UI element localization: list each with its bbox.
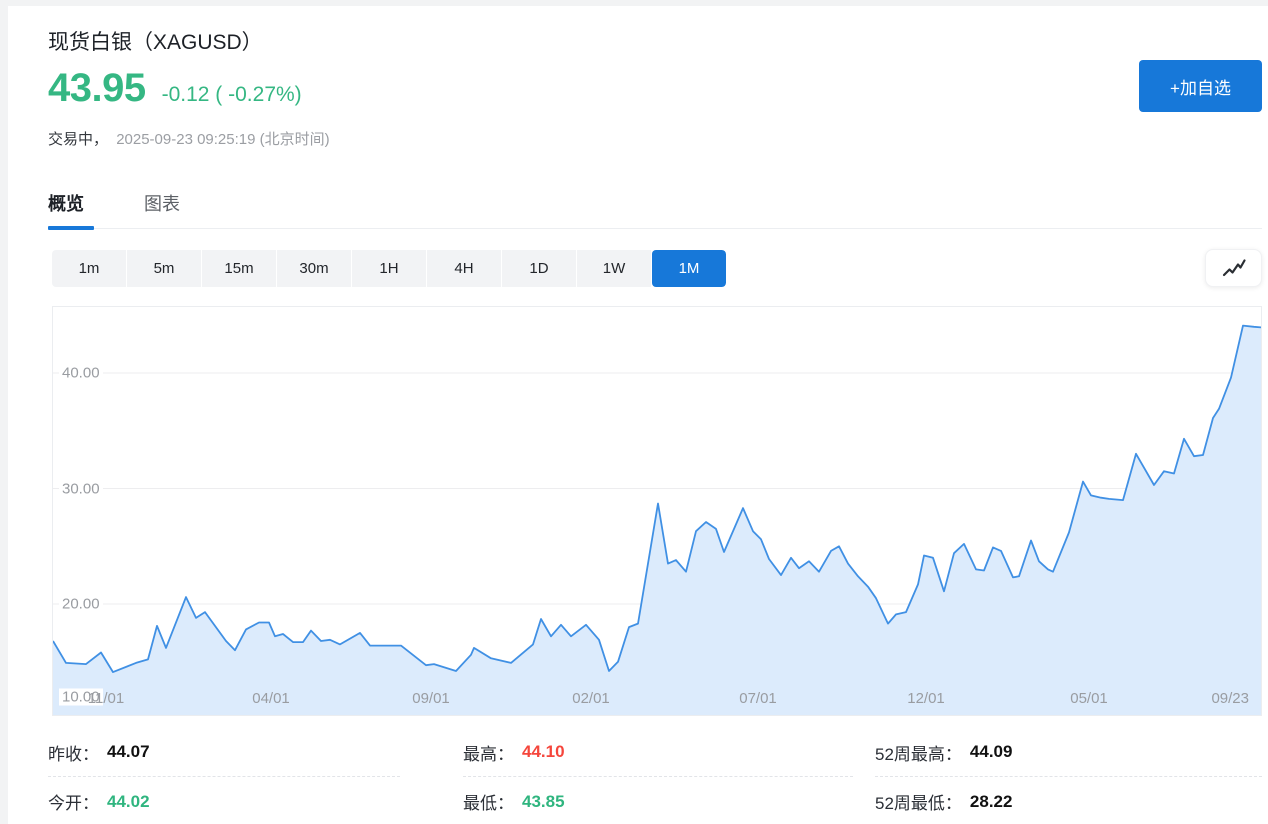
- tab-overview[interactable]: 概览: [48, 190, 84, 229]
- quote-timestamp: 2025-09-23 09:25:19 (北京时间): [116, 131, 329, 148]
- price-row: 43.95 -0.12 ( -0.27%): [48, 66, 302, 111]
- timeframe-button-4H[interactable]: 4H: [427, 250, 501, 287]
- tab-chart[interactable]: 图表: [144, 190, 180, 229]
- x-tick-label: 05/01: [1070, 690, 1108, 707]
- timeframe-button-5m[interactable]: 5m: [127, 250, 201, 287]
- x-tick-label: 04/01: [252, 690, 290, 707]
- stat-value: 44.02: [107, 792, 150, 812]
- stat-value: 44.10: [522, 742, 565, 762]
- stat-value: 44.09: [970, 742, 1013, 762]
- price-chart[interactable]: 40.0030.0020.0010.00 11/0104/0109/0102/0…: [52, 306, 1262, 716]
- stat-open: 今开： 44.02: [48, 777, 400, 824]
- last-price: 43.95: [48, 66, 146, 111]
- timeframe-selector: 1m5m15m30m1H4H1D1W1M: [52, 250, 726, 287]
- timeframe-button-15m[interactable]: 15m: [202, 250, 276, 287]
- stat-column: 最高： 44.10 最低： 43.85: [463, 728, 853, 824]
- instrument-title: 现货白银（XAGUSD）: [48, 26, 263, 56]
- line-chart-icon: [1221, 258, 1247, 278]
- spot-silver-quote-page: 现货白银（XAGUSD） +加自选 43.95 -0.12 ( -0.27%) …: [0, 0, 1268, 824]
- stat-label: 今开：: [48, 789, 99, 814]
- trading-status: 交易中，: [48, 131, 108, 148]
- stat-day-low: 最低： 43.85: [463, 777, 853, 824]
- chart-style-button[interactable]: [1205, 249, 1262, 287]
- stat-label: 52周最低：: [875, 789, 962, 814]
- stat-column: 昨收： 44.07 今开： 44.02: [48, 728, 400, 824]
- stat-52w-low: 52周最低： 28.22: [875, 777, 1262, 824]
- timeframe-button-1M[interactable]: 1M: [652, 250, 726, 287]
- stat-prev-close: 昨收： 44.07: [48, 728, 400, 777]
- stat-value: 43.85: [522, 792, 565, 812]
- timeframe-button-1W[interactable]: 1W: [577, 250, 651, 287]
- stat-label: 最低：: [463, 789, 514, 814]
- timeframe-button-1m[interactable]: 1m: [52, 250, 126, 287]
- x-tick-label: 02/01: [572, 690, 610, 707]
- x-tick-label: 07/01: [739, 690, 777, 707]
- y-tick-label: 20.00: [59, 596, 103, 613]
- price-change: -0.12 ( -0.27%): [162, 83, 302, 107]
- y-tick-label: 40.00: [59, 365, 103, 382]
- price-area-series: [53, 307, 1261, 715]
- x-tick-label: 09/23: [1211, 690, 1249, 707]
- view-tabs: 概览 图表: [48, 190, 1262, 229]
- x-tick-label: 12/01: [907, 690, 945, 707]
- x-tick-label: 11/01: [88, 690, 124, 707]
- page-edge-top: [0, 0, 1268, 6]
- stat-label: 昨收：: [48, 740, 99, 765]
- stat-52w-high: 52周最高： 44.09: [875, 728, 1262, 777]
- status-row: 交易中， 2025-09-23 09:25:19 (北京时间): [48, 128, 330, 149]
- stat-label: 最高：: [463, 740, 514, 765]
- x-tick-label: 09/01: [412, 690, 450, 707]
- stat-value: 28.22: [970, 792, 1013, 812]
- stat-column: 52周最高： 44.09 52周最低： 28.22: [875, 728, 1262, 824]
- y-tick-label: 30.00: [59, 480, 103, 497]
- stat-value: 44.07: [107, 742, 150, 762]
- add-watchlist-button[interactable]: +加自选: [1139, 60, 1262, 112]
- stat-label: 52周最高：: [875, 740, 962, 765]
- page-edge-left: [0, 0, 8, 824]
- stat-day-high: 最高： 44.10: [463, 728, 853, 777]
- timeframe-button-1D[interactable]: 1D: [502, 250, 576, 287]
- timeframe-button-30m[interactable]: 30m: [277, 250, 351, 287]
- area-fill: [53, 326, 1261, 715]
- timeframe-button-1H[interactable]: 1H: [352, 250, 426, 287]
